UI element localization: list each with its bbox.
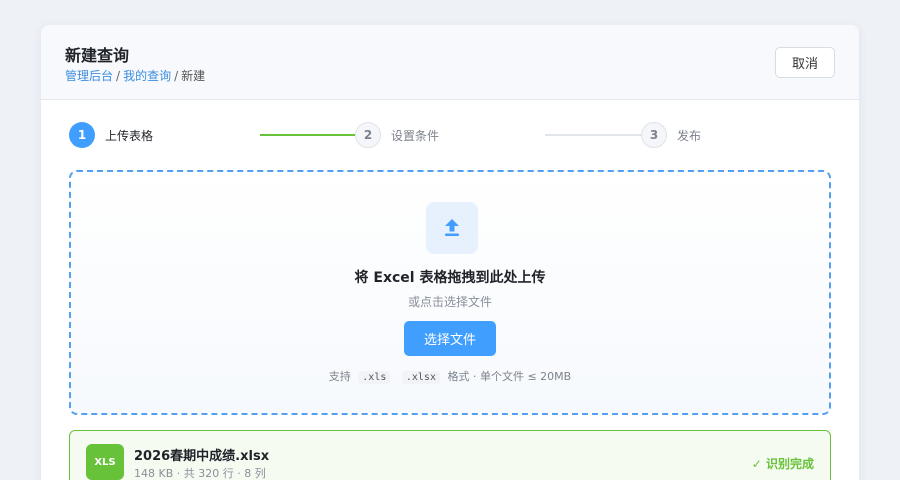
step-label: 发布 xyxy=(677,128,702,143)
format-xls: .xls xyxy=(358,371,391,384)
upload-arrow-icon xyxy=(426,202,478,254)
upload-dropzone[interactable]: 将 Excel 表格拖拽到此处上传 或点击选择文件 选择文件 支持 .xls .… xyxy=(69,170,831,415)
step-number: 2 xyxy=(355,122,381,148)
select-file-button[interactable]: 选择文件 xyxy=(404,321,496,356)
new-query-card: 新建查询 管理后台 / 我的查询 / 新建 取消 1 上传表格 2 设置条件 3 发布 … xyxy=(41,25,859,480)
dropzone-title: 将 Excel 表格拖拽到此处上传 xyxy=(354,270,546,286)
hint-prefix: 支持 xyxy=(328,370,351,383)
uploaded-file-card: XLS 2026春期中成绩.xlsx 148 KB · 共 320 行 · 8 … xyxy=(69,430,831,480)
step-connector-done xyxy=(260,134,355,136)
file-meta: 148 KB · 共 320 行 · 8 列 xyxy=(134,467,266,480)
dropzone-subtitle: 或点击选择文件 xyxy=(407,295,492,309)
hint-suffix: 格式 · 单个文件 ≤ 20MB xyxy=(447,370,572,383)
breadcrumb-separator: / xyxy=(174,69,179,83)
step-connector-todo xyxy=(545,134,641,136)
step-number: 3 xyxy=(641,122,667,148)
breadcrumb-admin-link[interactable]: 管理后台 xyxy=(65,69,113,83)
card-header: 新建查询 管理后台 / 我的查询 / 新建 取消 xyxy=(41,25,859,100)
breadcrumb-my-queries-link[interactable]: 我的查询 xyxy=(123,69,171,83)
page-title: 新建查询 xyxy=(65,46,130,65)
step-upload: 1 上传表格 xyxy=(69,122,153,148)
xls-file-icon: XLS xyxy=(86,444,124,480)
breadcrumb: 管理后台 / 我的查询 / 新建 xyxy=(65,67,205,84)
step-label: 设置条件 xyxy=(391,128,440,143)
stepper: 1 上传表格 2 设置条件 3 发布 xyxy=(69,122,831,148)
breadcrumb-separator: / xyxy=(116,69,121,83)
step-conditions: 2 设置条件 xyxy=(355,122,439,148)
step-publish: 3 发布 xyxy=(641,122,701,148)
step-label: 上传表格 xyxy=(105,128,154,143)
recognition-status-badge: ✓ 识别完成 xyxy=(751,457,814,471)
step-number: 1 xyxy=(69,122,95,148)
format-hint: 支持 .xls .xlsx 格式 · 单个文件 ≤ 20MB xyxy=(71,368,829,384)
file-name: 2026春期中成绩.xlsx xyxy=(134,449,270,464)
breadcrumb-current: 新建 xyxy=(181,69,206,83)
format-xlsx: .xlsx xyxy=(401,371,440,384)
cancel-button[interactable]: 取消 xyxy=(775,47,835,78)
